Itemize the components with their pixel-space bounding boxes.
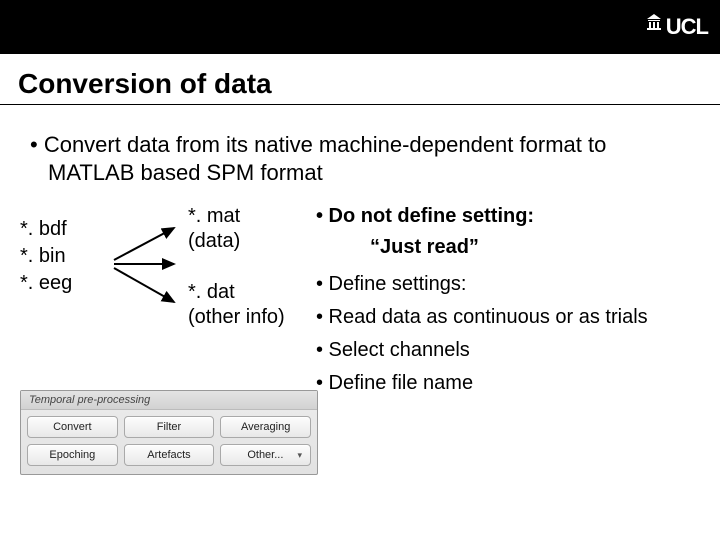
btn-label: Other... <box>247 449 283 461</box>
src-eeg: *. eeg <box>20 270 108 297</box>
logo-text: UCL <box>666 14 708 40</box>
btn-label: Convert <box>53 421 92 433</box>
out-dat: *. dat (other info) <box>188 280 308 330</box>
output-formats: *. mat (data) *. dat (other info) <box>188 204 308 356</box>
btn-label: Artefacts <box>147 449 190 461</box>
epoching-button[interactable]: Epoching <box>27 444 118 466</box>
intro-bullet: • Convert data from its native machine-d… <box>30 131 690 186</box>
other-dropdown[interactable]: Other... ▾ <box>220 444 311 466</box>
bullet-no-define: • Do not define setting: <box>316 204 700 229</box>
diagram-row: *. bdf *. bin *. eeg *. mat (data) *. da… <box>20 204 700 404</box>
bullet-column: • Do not define setting: “Just read” • D… <box>308 204 700 404</box>
btn-label: Epoching <box>49 449 95 461</box>
btn-label: Filter <box>157 421 181 433</box>
header-bar: UCL <box>0 0 720 54</box>
bullet-just-read: “Just read” <box>316 235 700 260</box>
chevron-down-icon: ▾ <box>297 450 302 461</box>
arrow-icon <box>108 212 188 322</box>
source-formats: *. bdf *. bin *. eeg <box>20 204 108 297</box>
bullet-define-settings: • Define settings: <box>316 272 700 297</box>
src-bin: *. bin <box>20 243 108 270</box>
artefacts-button[interactable]: Artefacts <box>124 444 215 466</box>
ucl-logo: UCL <box>646 14 708 40</box>
btn-label: Averaging <box>241 421 290 433</box>
bullet-file-name: • Define file name <box>316 371 700 396</box>
filter-button[interactable]: Filter <box>124 416 215 438</box>
out-mat-ext: *. mat <box>188 204 308 229</box>
page-title: Conversion of data <box>18 68 702 100</box>
src-bdf: *. bdf <box>20 216 108 243</box>
out-mat-note: (data) <box>188 229 308 254</box>
title-wrap: Conversion of data <box>0 54 720 105</box>
arrows <box>108 204 188 322</box>
bullet-read-data: • Read data as continuous or as trials <box>316 305 700 330</box>
panel-body: Convert Filter Averaging Epoching Artefa… <box>21 410 317 474</box>
convert-button[interactable]: Convert <box>27 416 118 438</box>
averaging-button[interactable]: Averaging <box>220 416 311 438</box>
out-mat: *. mat (data) <box>188 204 308 254</box>
temporal-preprocessing-panel: Temporal pre-processing Convert Filter A… <box>20 390 318 475</box>
bullet-select-channels: • Select channels <box>316 338 700 363</box>
panel-title: Temporal pre-processing <box>21 391 317 410</box>
content: • Convert data from its native machine-d… <box>0 111 720 475</box>
out-dat-note: (other info) <box>188 305 308 330</box>
dome-icon <box>646 10 662 26</box>
out-dat-ext: *. dat <box>188 280 308 305</box>
